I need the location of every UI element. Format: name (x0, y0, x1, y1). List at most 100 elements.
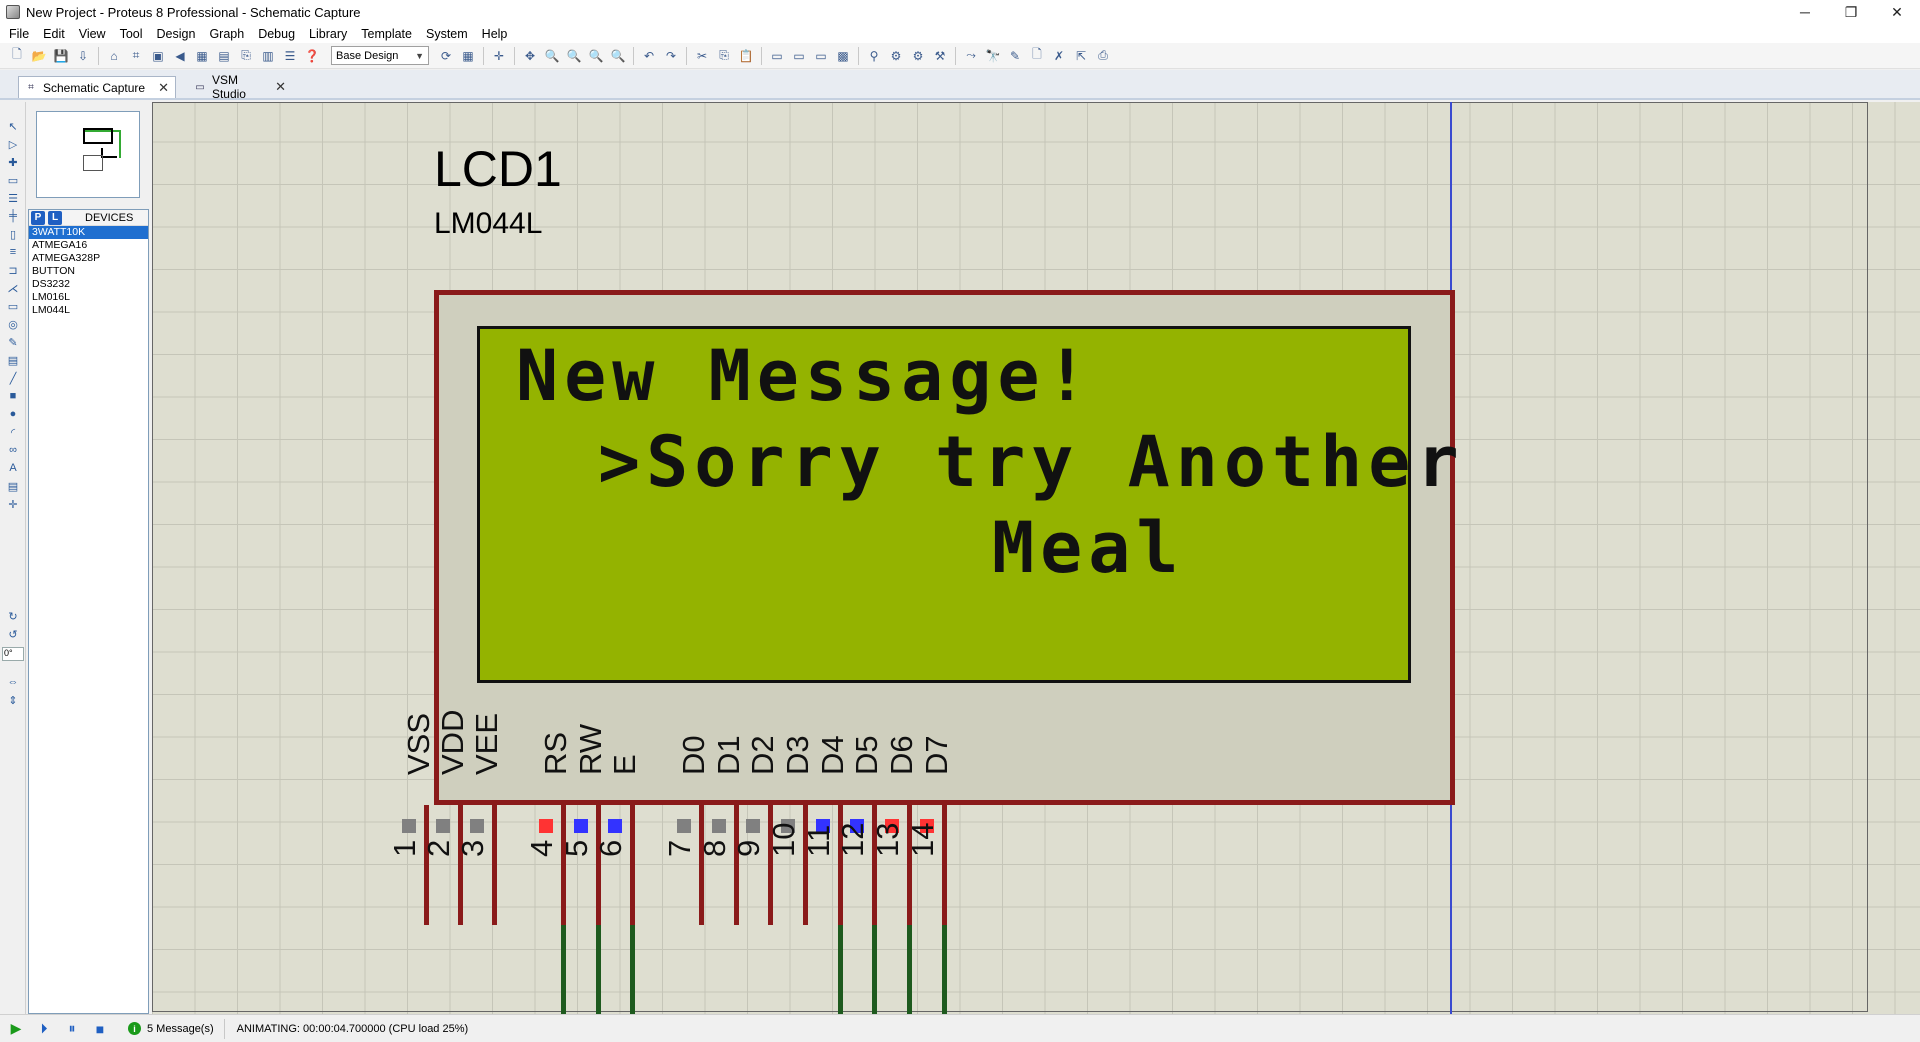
minimize-button[interactable]: ─ (1782, 0, 1828, 24)
circle-tool-icon[interactable]: ● (5, 406, 21, 422)
voltage-probe-icon[interactable]: ✎ (5, 334, 21, 350)
netlist-icon[interactable]: ⎙ (1094, 47, 1112, 65)
search-tag-icon[interactable]: 🔭 (984, 47, 1002, 65)
pcb-icon[interactable]: ▣ (149, 47, 167, 65)
play-icon[interactable]: ▶ (4, 1019, 28, 1039)
new-sheet-icon[interactable]: 🗋 (1028, 47, 1046, 65)
new-file-icon[interactable]: 🗋 (8, 47, 26, 65)
pick-devices-button[interactable]: P (31, 210, 45, 225)
buses-icon[interactable]: ╪ (5, 208, 21, 224)
tape-recorder-icon[interactable]: ▭ (5, 298, 21, 314)
mirror-x-icon[interactable]: ⇔ (5, 674, 21, 690)
wire[interactable] (907, 925, 912, 1014)
paste-icon[interactable]: 📋 (737, 47, 755, 65)
menu-edit[interactable]: Edit (36, 27, 72, 41)
menu-tool[interactable]: Tool (113, 27, 150, 41)
bom-icon[interactable]: ▤ (215, 47, 233, 65)
block-rotate-icon[interactable]: ▭ (812, 47, 830, 65)
schematic-icon[interactable]: ⌗ (127, 47, 145, 65)
box-tool-icon[interactable]: ■ (5, 388, 21, 404)
mirror-y-icon[interactable]: ⇕ (5, 692, 21, 708)
component-model[interactable]: LM044L (434, 209, 542, 239)
restore-button[interactable]: ❐ (1828, 0, 1874, 24)
cut-icon[interactable]: ✂ (693, 47, 711, 65)
save-icon[interactable]: 💾 (52, 47, 70, 65)
menu-library[interactable]: Library (302, 27, 354, 41)
menu-template[interactable]: Template (354, 27, 419, 41)
menu-help[interactable]: Help (475, 27, 515, 41)
property-assignment-icon[interactable]: ✎ (1006, 47, 1024, 65)
device-item[interactable]: 3WATT10K (29, 226, 148, 239)
home-icon[interactable]: ⌂ (105, 47, 123, 65)
tab-vsm-studio[interactable]: ▭ VSM Studio ✕ (188, 73, 292, 101)
rotate-anticlockwise-icon[interactable]: ↺ (5, 626, 21, 642)
zoom-all-icon[interactable]: 🔍 (587, 47, 605, 65)
wire[interactable] (561, 925, 566, 1014)
generator-icon[interactable]: ◎ (5, 316, 21, 332)
refresh-icon[interactable]: ⟳ (437, 47, 455, 65)
stop-icon[interactable]: ■ (88, 1019, 112, 1039)
virtual-instrument-icon[interactable]: ▤ (5, 352, 21, 368)
make-device-icon[interactable]: ⚙ (887, 47, 905, 65)
path-tool-icon[interactable]: ∞ (5, 442, 21, 458)
symbol-tool-icon[interactable]: ▤ (5, 478, 21, 494)
selection-mode-icon[interactable]: ↖ (5, 118, 21, 134)
menu-debug[interactable]: Debug (251, 27, 302, 41)
wire[interactable] (942, 925, 947, 1014)
device-item[interactable]: DS3232 (29, 278, 148, 291)
copy-icon[interactable]: ⎘ (715, 47, 733, 65)
close-icon[interactable]: ✕ (275, 79, 286, 95)
messages-indicator[interactable]: i 5 Message(s) (124, 1018, 225, 1039)
menu-file[interactable]: File (2, 27, 36, 41)
step-icon[interactable]: ⏵ (32, 1019, 56, 1039)
wire[interactable] (872, 925, 877, 1014)
grid-icon[interactable]: ▦ (459, 47, 477, 65)
report-icon[interactable]: ☰ (281, 47, 299, 65)
wire[interactable] (596, 925, 601, 1014)
menu-graph[interactable]: Graph (202, 27, 251, 41)
package-tool-icon[interactable]: ⚙ (909, 47, 927, 65)
tab-schematic-capture[interactable]: ⌗ Schematic Capture ✕ (18, 76, 176, 98)
pause-icon[interactable]: ⏸ (60, 1019, 84, 1039)
help-icon[interactable]: ❓ (303, 47, 321, 65)
junction-dot-icon[interactable]: ✚ (5, 154, 21, 170)
library-manager-button[interactable]: L (48, 210, 62, 225)
import-icon[interactable]: ⇩ (74, 47, 92, 65)
menu-view[interactable]: View (72, 27, 113, 41)
pick-device-icon[interactable]: ⚲ (865, 47, 883, 65)
device-pins-icon[interactable]: ⊐ (5, 262, 21, 278)
schematic-canvas[interactable]: LCD1 LM044L New Message! >Sorry try Anot… (152, 102, 1920, 1014)
device-item[interactable]: BUTTON (29, 265, 148, 278)
design-select[interactable]: Base Design ▼ (331, 46, 429, 65)
wire-autorouter-icon[interactable]: ⤳ (962, 47, 980, 65)
notes-icon[interactable]: ▥ (259, 47, 277, 65)
block-move-icon[interactable]: ▭ (790, 47, 808, 65)
block-copy-icon[interactable]: ▭ (768, 47, 786, 65)
graph-icon[interactable]: ⋌ (5, 280, 21, 296)
component-mode-icon[interactable]: ▷ (5, 136, 21, 152)
exit-to-parent-icon[interactable]: ⇱ (1072, 47, 1090, 65)
text-tool-icon[interactable]: A (5, 460, 21, 476)
remove-sheet-icon[interactable]: ✗ (1050, 47, 1068, 65)
zoom-out-icon[interactable]: 🔍 (565, 47, 583, 65)
zoom-area-icon[interactable]: 🔍 (609, 47, 627, 65)
device-item[interactable]: ATMEGA16 (29, 239, 148, 252)
marker-tool-icon[interactable]: ✛ (5, 496, 21, 512)
text-script-icon[interactable]: ☰ (5, 190, 21, 206)
open-folder-icon[interactable]: 📂 (30, 47, 48, 65)
component-reference[interactable]: LCD1 (434, 144, 562, 194)
menu-design[interactable]: Design (150, 27, 203, 41)
overview-window[interactable] (36, 111, 140, 198)
wire-label-icon[interactable]: ▭ (5, 172, 21, 188)
redo-icon[interactable]: ↷ (662, 47, 680, 65)
device-item[interactable]: LM016L (29, 291, 148, 304)
rotation-angle-field[interactable]: 0° (2, 647, 24, 661)
pan-icon[interactable]: ✥ (521, 47, 539, 65)
decompose-icon[interactable]: ⚒ (931, 47, 949, 65)
block-delete-icon[interactable]: ▩ (834, 47, 852, 65)
rotate-clockwise-icon[interactable]: ↻ (5, 608, 21, 624)
origin-icon[interactable]: ✛ (490, 47, 508, 65)
close-icon[interactable]: ✕ (158, 80, 169, 96)
wire[interactable] (838, 925, 843, 1014)
back-icon[interactable]: ◀ (171, 47, 189, 65)
